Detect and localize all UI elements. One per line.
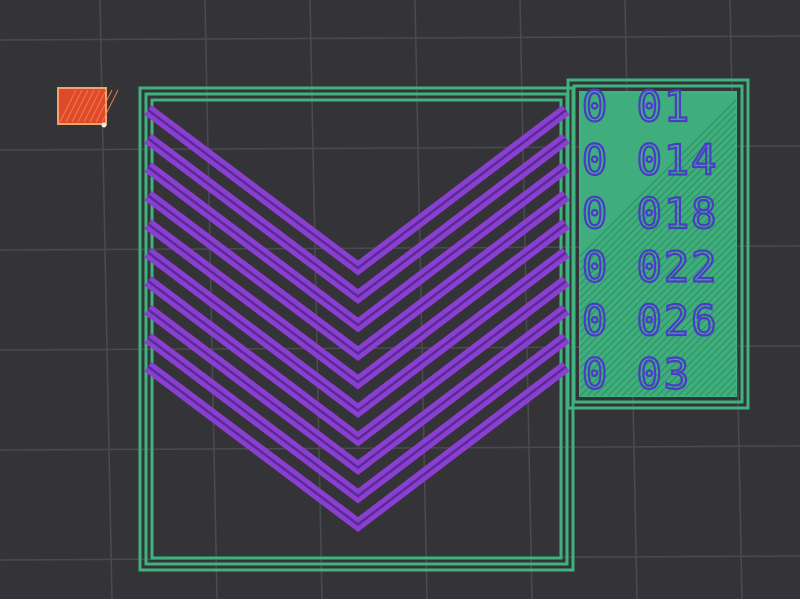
3d-viewport[interactable]: 0 01 0 014 0 018 0 022 0 026 0 03 (0, 0, 800, 599)
label-line-3: 0 018 (582, 189, 718, 238)
label-line-1: 0 01 (582, 82, 691, 131)
marker-handle (101, 122, 107, 128)
print-preview-scene[interactable]: 0 01 0 0140 018 0 0220 026 0 03 (0, 0, 800, 599)
label-line-5: 0 026 (582, 296, 718, 345)
label-line-4: 0 022 (582, 243, 718, 292)
label-line-2: 0 014 (582, 136, 718, 185)
label-line-6: 0 03 (582, 350, 691, 399)
